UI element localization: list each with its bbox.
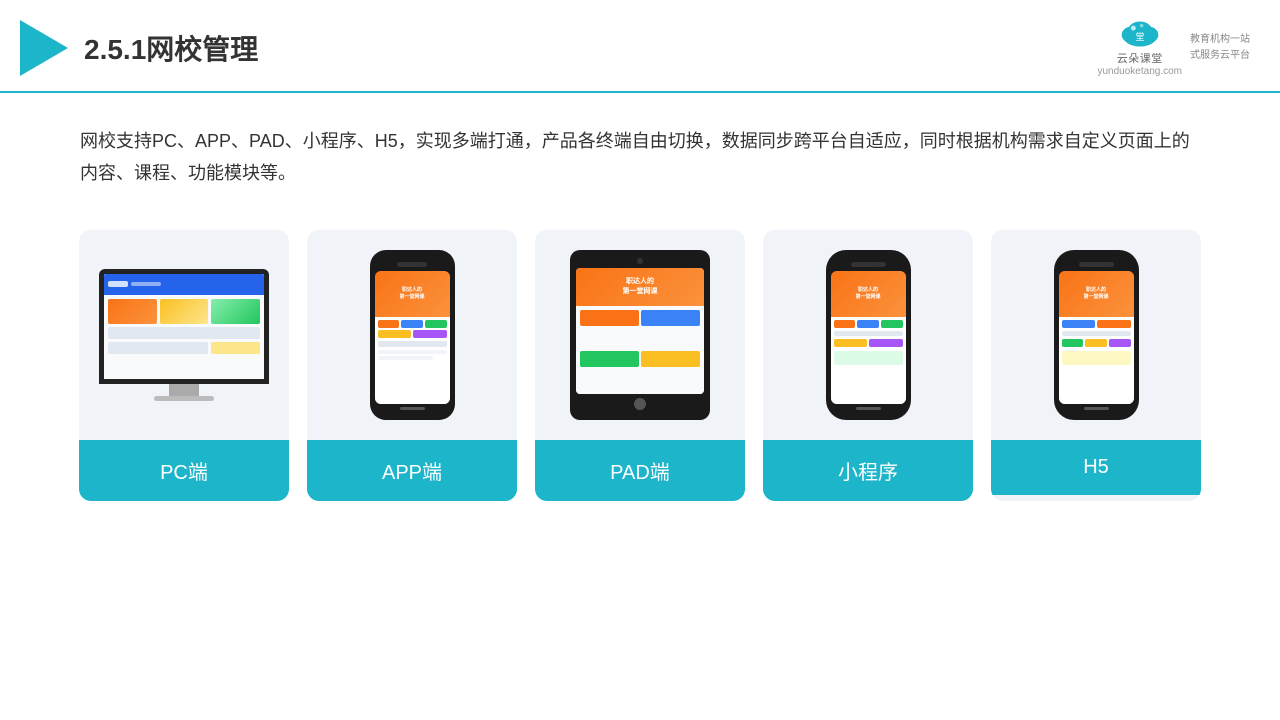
- pad-image-area: 职达人的第一堂网课: [535, 230, 745, 440]
- pad-label: PAD端: [535, 440, 745, 501]
- device-cards: PC端 职达人的第一堂网课: [0, 210, 1280, 521]
- h5-image-area: 职达人的第一堂网课: [991, 230, 1201, 440]
- h5-label: H5: [991, 440, 1201, 495]
- header-left: 2.5.1网校管理: [20, 20, 258, 76]
- pad-tablet-mockup: 职达人的第一堂网课: [570, 250, 710, 420]
- brand-domain: yunduoketang.com: [1097, 66, 1182, 77]
- pc-mockup: [99, 269, 269, 401]
- header-right: 堂 云朵课堂 yunduoketang.com 教育机构一站 式服务云平台: [1097, 18, 1250, 77]
- pc-card: PC端: [79, 230, 289, 501]
- pc-label: PC端: [79, 440, 289, 501]
- miniapp-image-area: 职达人的第一堂网课: [763, 230, 973, 440]
- miniapp-card: 职达人的第一堂网课: [763, 230, 973, 501]
- h5-card: 职达人的第一堂网课: [991, 230, 1201, 501]
- app-label: APP端: [307, 440, 517, 501]
- header: 2.5.1网校管理 堂 云朵课堂 yunduoketang.com 教育机构一站…: [0, 0, 1280, 93]
- brand-name: 云朵课堂: [1117, 50, 1163, 66]
- app-phone-mockup: 职达人的第一堂网课: [370, 250, 455, 420]
- description-text: 网校支持PC、APP、PAD、小程序、H5，实现多端打通，产品各终端自由切换，数…: [0, 93, 1280, 210]
- logo-triangle-icon: [20, 20, 68, 76]
- pad-card: 职达人的第一堂网课 PAD端: [535, 230, 745, 501]
- page-title: 2.5.1网校管理: [84, 28, 258, 68]
- miniapp-label: 小程序: [763, 440, 973, 501]
- brand-slogan-text: 教育机构一站 式服务云平台: [1190, 32, 1250, 64]
- cloud-icon: 堂: [1115, 18, 1165, 50]
- svg-text:堂: 堂: [1135, 31, 1144, 42]
- pc-image-area: [79, 230, 289, 440]
- h5-phone-mockup: 职达人的第一堂网课: [1054, 250, 1139, 420]
- brand-logo: 堂 云朵课堂 yunduoketang.com: [1097, 18, 1182, 77]
- app-card: 职达人的第一堂网课: [307, 230, 517, 501]
- miniapp-phone-mockup: 职达人的第一堂网课: [826, 250, 911, 420]
- app-image-area: 职达人的第一堂网课: [307, 230, 517, 440]
